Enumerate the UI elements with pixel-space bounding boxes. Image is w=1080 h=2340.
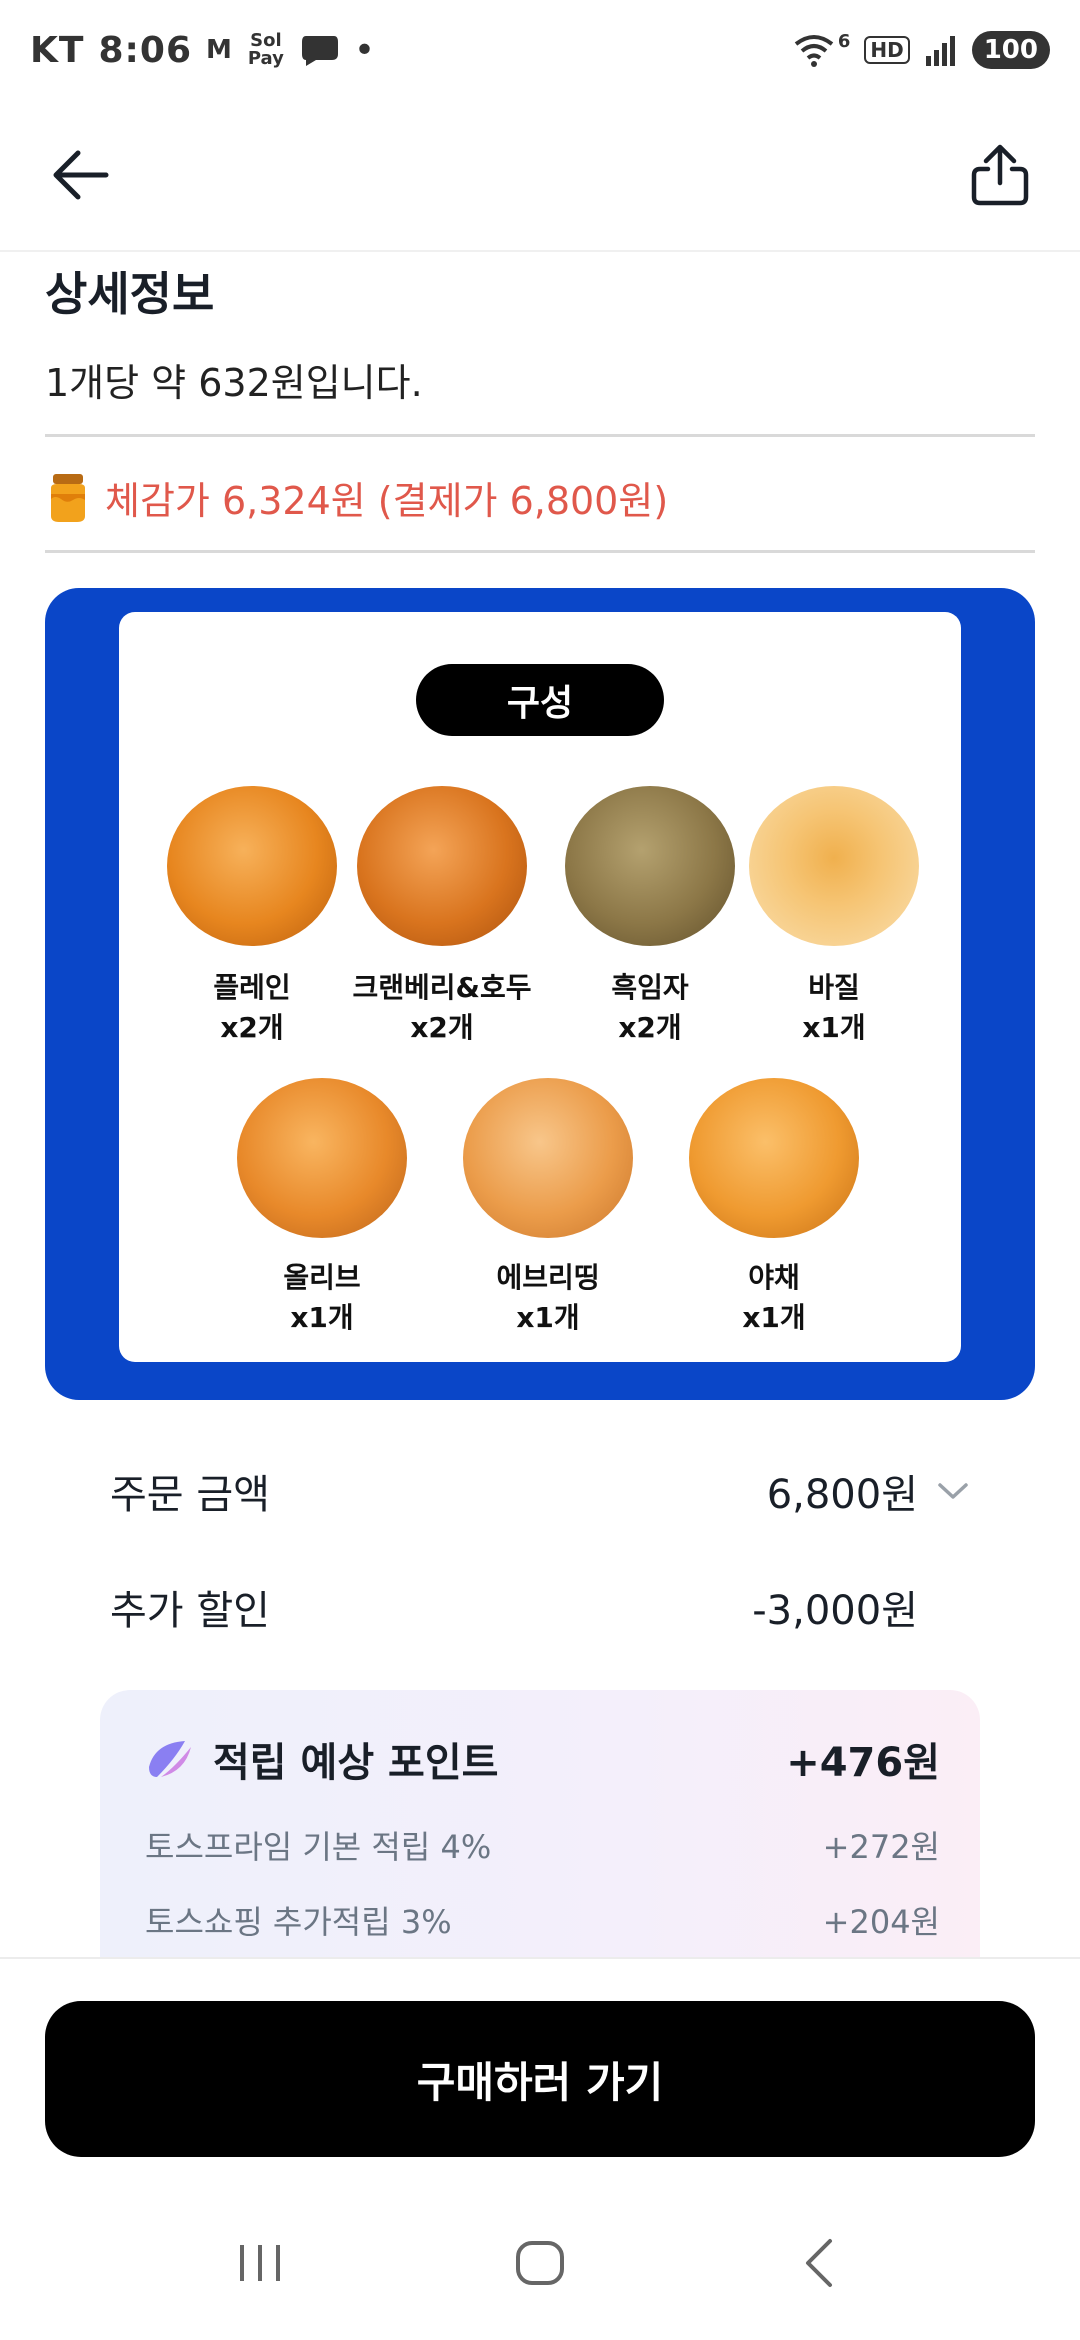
notification-dot: • xyxy=(353,29,376,71)
black-sesame-bagel-image xyxy=(565,786,735,946)
points-header: 적립 예상 포인트 +476원 xyxy=(145,1730,940,1788)
bagel-name: 크랜베리&호두 xyxy=(352,971,532,1004)
bagel-name: 올리브 xyxy=(283,1261,361,1294)
bagel-label-cranberry: 크랜베리&호두 x2개 xyxy=(332,968,552,1048)
additional-discount-label: 추가 할인 xyxy=(110,1588,270,1634)
divider xyxy=(45,434,1035,437)
battery-indicator: 100 xyxy=(971,31,1050,69)
bagel-qty: x1개 xyxy=(742,1301,806,1334)
recent-apps-icon[interactable] xyxy=(230,2233,290,2293)
feel-price-text: 체감가 6,324원 (결제가 6,800원) xyxy=(105,479,669,523)
cranberry-walnut-bagel-image xyxy=(357,786,527,946)
order-amount-value: 6,800원 xyxy=(766,1472,918,1518)
points-line-item: 토스쇼핑 추가적립 3% +204원 xyxy=(145,1897,940,1943)
plain-bagel-image xyxy=(167,786,337,946)
home-icon[interactable] xyxy=(510,2233,570,2293)
basil-bagel-image xyxy=(749,786,919,946)
points-title: 적립 예상 포인트 xyxy=(213,1740,499,1786)
unit-price-text: 1개당 약 632원입니다. xyxy=(45,361,423,405)
status-left: KT 8:06 M Sol Pay • xyxy=(30,30,375,71)
composition-image-card: 구성 플레인 x2개 크랜베리&호두 x2개 흑임자 x2개 바질 x1개 올리… xyxy=(45,588,1035,1400)
bagel-label-vegetable: 야채 x1개 xyxy=(664,1258,884,1338)
bagel-name: 에브리띵 xyxy=(496,1261,600,1294)
arrow-left-icon xyxy=(53,150,109,200)
bagel-qty: x2개 xyxy=(220,1011,284,1044)
bagel-label-basil: 바질 x1개 xyxy=(724,968,944,1048)
status-bar: KT 8:06 M Sol Pay • 6 HD 100 xyxy=(0,0,1080,100)
bagel-name: 야채 xyxy=(748,1261,800,1294)
points-line-value: +272원 xyxy=(822,1828,940,1866)
additional-discount-value: -3,000원 xyxy=(752,1588,918,1634)
wifi-icon xyxy=(794,35,834,67)
order-amount-row[interactable]: 주문 금액 6,800원 xyxy=(110,1462,970,1520)
app-header xyxy=(0,100,1080,252)
vegetable-bagel-image xyxy=(689,1078,859,1238)
m-app-icon: M xyxy=(206,35,232,65)
honey-jar-icon xyxy=(51,473,85,522)
status-right: 6 HD 100 xyxy=(792,31,1050,69)
back-button[interactable] xyxy=(40,135,120,215)
composition-pill: 구성 xyxy=(416,664,664,736)
bagel-label-olive: 올리브 x1개 xyxy=(212,1258,432,1338)
bagel-qty: x1개 xyxy=(290,1301,354,1334)
share-button[interactable] xyxy=(960,135,1040,215)
additional-discount-row: 추가 할인 -3,000원 xyxy=(110,1578,970,1636)
points-title-group: 적립 예상 포인트 xyxy=(145,1730,498,1788)
points-line-label: 토스쇼핑 추가적립 3% xyxy=(145,1903,452,1941)
bagel-qty: x1개 xyxy=(802,1011,866,1044)
signal-icon xyxy=(925,36,955,66)
points-line-item: 토스프라임 기본 적립 4% +272원 xyxy=(145,1822,940,1868)
section-title: 상세정보 xyxy=(45,267,215,321)
feel-price-row: 체감가 6,324원 (결제가 6,800원) xyxy=(45,470,668,525)
bagel-name: 바질 xyxy=(808,971,860,1004)
status-time: 8:06 xyxy=(98,29,192,71)
divider xyxy=(45,550,1035,553)
share-icon xyxy=(971,144,1029,206)
bagel-name: 플레인 xyxy=(213,971,291,1004)
toss-point-icon xyxy=(149,1741,191,1777)
buy-button[interactable]: 구매하러 가기 xyxy=(45,2001,1035,2157)
olive-bagel-image xyxy=(237,1078,407,1238)
bagel-label-everything: 에브리띵 x1개 xyxy=(438,1258,658,1338)
back-nav-icon[interactable] xyxy=(790,2233,850,2293)
system-nav-bar xyxy=(0,2185,1080,2340)
everything-bagel-image xyxy=(463,1078,633,1238)
chevron-down-icon xyxy=(938,1483,968,1499)
bottom-cta-bar: 구매하러 가기 xyxy=(0,1957,1080,2185)
points-line-value: +204원 xyxy=(822,1903,940,1941)
points-total: +476원 xyxy=(786,1740,940,1786)
wifi-6-badge: 6 xyxy=(837,30,851,52)
sol-pay-icon: Sol Pay xyxy=(247,30,284,69)
order-amount-value-group: 6,800원 xyxy=(767,1462,970,1520)
points-line-label: 토스프라임 기본 적립 4% xyxy=(145,1828,492,1866)
expected-points-box: 적립 예상 포인트 +476원 토스프라임 기본 적립 4% +272원 토스쇼… xyxy=(100,1690,980,1960)
bagel-label-plain: 플레인 x2개 xyxy=(142,968,362,1048)
bagel-qty: x2개 xyxy=(410,1011,474,1044)
order-amount-label: 주문 금액 xyxy=(110,1472,270,1518)
bagel-qty: x1개 xyxy=(516,1301,580,1334)
hd-badge: HD xyxy=(864,36,910,64)
chat-bubble-icon xyxy=(301,36,338,66)
composition-image-inner: 구성 플레인 x2개 크랜베리&호두 x2개 흑임자 x2개 바질 x1개 올리… xyxy=(119,612,961,1362)
carrier-label: KT xyxy=(30,29,85,71)
